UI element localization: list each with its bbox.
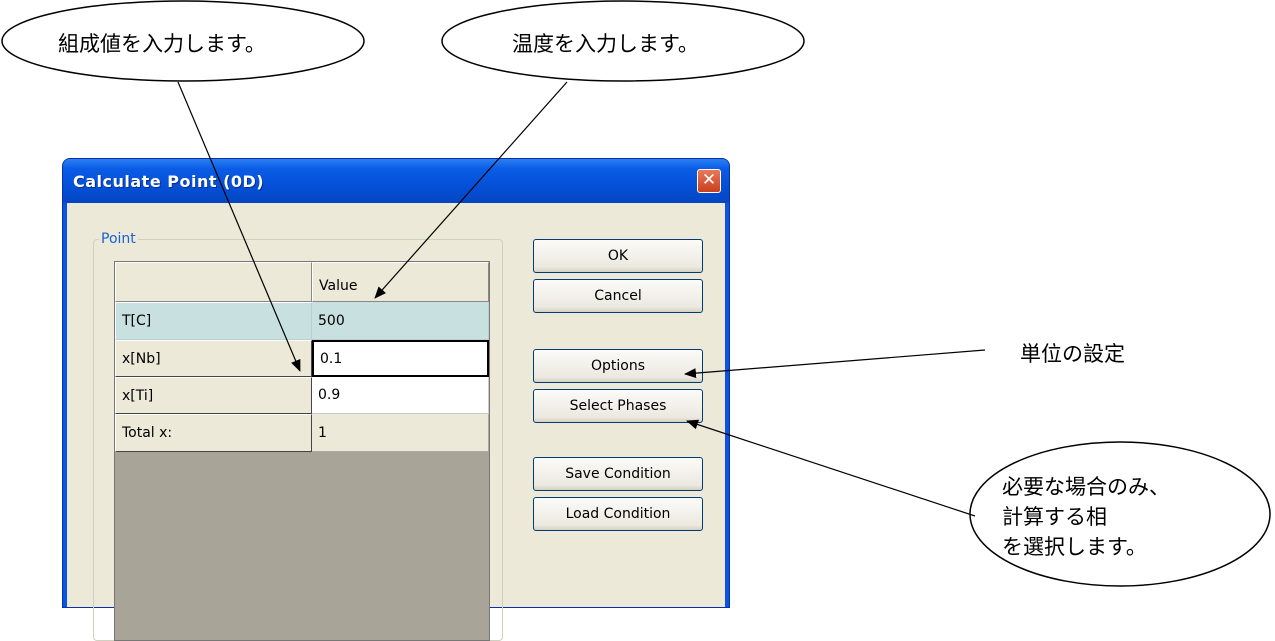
ok-button[interactable]: OK bbox=[533, 239, 703, 273]
temperature-value-cell[interactable]: 500 bbox=[312, 302, 489, 340]
close-icon: ✕ bbox=[701, 170, 717, 190]
temperature-callout-text: 温度を入力します。 bbox=[512, 32, 699, 56]
units-arrow bbox=[684, 349, 986, 379]
cancel-button[interactable]: Cancel bbox=[533, 279, 703, 313]
dialog-title: Calculate Point (0D) bbox=[73, 172, 265, 191]
row-label-temperature[interactable]: T[C] bbox=[115, 302, 312, 340]
phases-arrow bbox=[686, 419, 976, 517]
phases-callout-line-3: を選択します。 bbox=[1002, 535, 1147, 559]
row-label-total-x: Total x: bbox=[115, 414, 312, 452]
value-column-header: Value bbox=[312, 262, 489, 302]
phases-callout-line-1: 必要な場合のみ、 bbox=[1002, 475, 1170, 499]
x-nb-value-cell[interactable]: 0.1 bbox=[312, 340, 489, 377]
options-button[interactable]: Options bbox=[533, 349, 703, 383]
point-group-label: Point bbox=[99, 231, 138, 247]
x-ti-value-cell[interactable]: 0.9 bbox=[312, 377, 489, 414]
phases-callout-text: 必要な場合のみ、 計算する相 を選択します。 bbox=[1002, 472, 1170, 562]
calculate-point-dialog: Calculate Point (0D) ✕ Point Value T[C] … bbox=[62, 158, 730, 641]
load-condition-button[interactable]: Load Condition bbox=[533, 497, 703, 531]
total-x-value-cell: 1 bbox=[312, 414, 489, 452]
close-button[interactable]: ✕ bbox=[697, 169, 721, 193]
units-callout-text: 単位の設定 bbox=[1020, 342, 1125, 366]
select-phases-button[interactable]: Select Phases bbox=[533, 389, 703, 423]
row-label-x-ti[interactable]: x[Ti] bbox=[115, 377, 312, 414]
row-label-x-nb[interactable]: x[Nb] bbox=[115, 340, 312, 377]
grid-corner-header bbox=[115, 262, 312, 302]
dialog-body: Point Value T[C] 500 x[Nb] 0.1 x[Ti] 0.9… bbox=[67, 203, 725, 641]
point-grid: Value T[C] 500 x[Nb] 0.1 x[Ti] 0.9 Total… bbox=[114, 261, 490, 641]
phases-callout-line-2: 計算する相 bbox=[1002, 505, 1107, 529]
composition-callout-text: 組成値を入力します。 bbox=[58, 32, 266, 56]
title-bar[interactable]: Calculate Point (0D) ✕ bbox=[63, 159, 729, 203]
save-condition-button[interactable]: Save Condition bbox=[533, 457, 703, 491]
